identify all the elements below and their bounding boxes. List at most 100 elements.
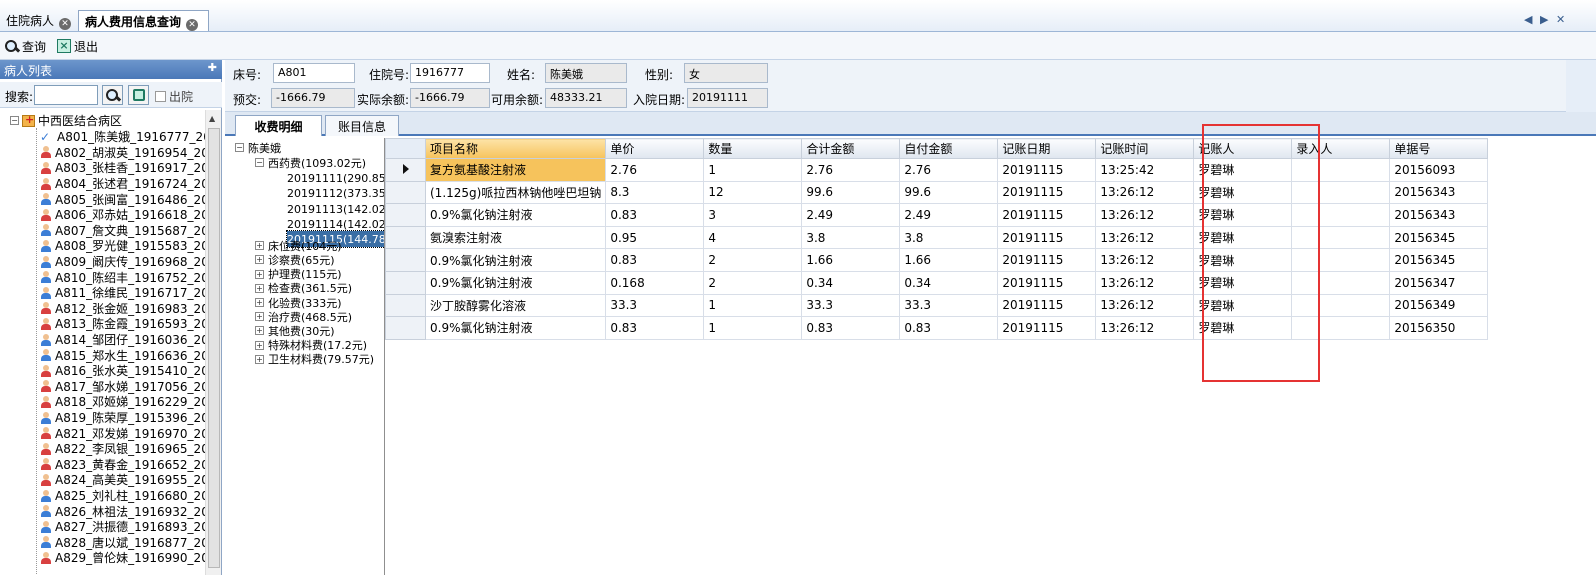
patient-item[interactable]: A811_徐维民_1916717_201 bbox=[40, 285, 205, 301]
expand-icon[interactable]: + bbox=[255, 241, 264, 251]
table-cell[interactable]: 罗碧琳 bbox=[1193, 316, 1293, 340]
expand-icon[interactable]: + bbox=[255, 297, 264, 307]
table-cell[interactable]: 0.9%氯化钠注射液 bbox=[424, 316, 607, 340]
table-cell[interactable]: 20156093 bbox=[1389, 158, 1489, 182]
table-cell[interactable]: 罗碧琳 bbox=[1193, 180, 1293, 205]
table-cell[interactable]: 沙丁胺醇雾化溶液 bbox=[424, 293, 607, 318]
table-cell[interactable]: 2.76 bbox=[605, 158, 705, 182]
table-cell[interactable]: 0.83 bbox=[605, 248, 705, 272]
table-cell[interactable]: 1.66 bbox=[801, 248, 901, 272]
table-cell[interactable]: 13:26:12 bbox=[1095, 270, 1195, 295]
table-cell[interactable] bbox=[1291, 270, 1391, 295]
patient-item[interactable]: A812_张金姬_1916983_201 bbox=[40, 301, 205, 317]
table-cell[interactable]: 13:26:12 bbox=[1095, 316, 1195, 340]
fee-category-node[interactable]: + 卫生材料费(79.57元) bbox=[255, 352, 374, 367]
table-row[interactable]: 0.9%氯化钠注射液 0.83 1 0.83 0.83 20191115 13:26:12 罗… bbox=[385, 316, 1489, 340]
fee-date-node[interactable]: 20191114(142.02元) bbox=[287, 216, 384, 231]
search-input[interactable] bbox=[34, 85, 98, 105]
table-cell[interactable]: 4 bbox=[703, 225, 803, 250]
table-cell[interactable]: 20191115 bbox=[997, 225, 1097, 250]
table-cell[interactable]: 0.168 bbox=[605, 270, 705, 295]
fee-date-node[interactable]: 20191111(290.85元) bbox=[287, 170, 384, 185]
table-cell[interactable]: 20191115 bbox=[997, 316, 1097, 340]
table-row[interactable]: (1.125g)哌拉西林钠他唑巴坦钠 8.3 12 99.6 99.6 20191115 1… bbox=[385, 180, 1489, 205]
column-header[interactable]: 记账时间 bbox=[1095, 138, 1195, 159]
table-cell[interactable]: 13:26:12 bbox=[1095, 225, 1195, 250]
table-cell[interactable]: 氨溴索注射液 bbox=[424, 225, 607, 250]
patient-item[interactable]: A819_陈荣厚_1915396_201 bbox=[40, 410, 205, 426]
query-button[interactable]: 查询 bbox=[4, 36, 46, 56]
pin-icon[interactable]: ✚ bbox=[208, 61, 217, 74]
column-header[interactable]: 记账人 bbox=[1193, 138, 1293, 159]
scroll-right-icon[interactable]: ▶ bbox=[1540, 13, 1548, 26]
patient-item[interactable]: A824_高美英_1916955_201 bbox=[40, 472, 205, 488]
table-cell[interactable] bbox=[1291, 248, 1391, 272]
patient-item[interactable]: A826_林祖法_1916932_201 bbox=[40, 503, 205, 519]
row-header[interactable] bbox=[385, 270, 426, 295]
table-cell[interactable]: 3.8 bbox=[801, 225, 901, 250]
close-icon[interactable]: ✕ bbox=[59, 18, 72, 30]
scroll-up-icon[interactable]: ▲ bbox=[209, 114, 215, 123]
table-cell[interactable]: 13:26:12 bbox=[1095, 180, 1195, 205]
table-cell[interactable]: 8.3 bbox=[605, 180, 705, 205]
column-header[interactable]: 单价 bbox=[605, 138, 705, 159]
patient-item[interactable]: A823_黄春金_1916652_201 bbox=[40, 457, 205, 473]
close-window-icon[interactable]: ✕ bbox=[1556, 13, 1565, 26]
patient-item[interactable]: A816_张水英_1915410_201 bbox=[40, 363, 205, 379]
patient-item[interactable]: A807_詹文典_1915687_201 bbox=[40, 223, 205, 239]
patient-item[interactable]: A809_阚庆传_1916968_201 bbox=[40, 254, 205, 270]
table-cell[interactable]: 3.8 bbox=[899, 225, 999, 250]
table-cell[interactable]: 20191115 bbox=[997, 248, 1097, 272]
table-cell[interactable]: 20191115 bbox=[997, 203, 1097, 227]
fee-root-node[interactable]: − 陈美娥 bbox=[235, 140, 281, 155]
patient-item[interactable]: A802_胡淑英_1916954_201 bbox=[40, 145, 205, 161]
table-cell[interactable]: 罗碧琳 bbox=[1193, 203, 1293, 227]
table-cell[interactable]: 0.83 bbox=[899, 316, 999, 340]
table-cell[interactable]: 罗碧琳 bbox=[1193, 158, 1293, 182]
table-cell[interactable]: 2.49 bbox=[899, 203, 999, 227]
patient-item[interactable]: A829_曾伦妹_1916990_201 bbox=[40, 550, 205, 566]
table-cell[interactable]: 2 bbox=[703, 270, 803, 295]
table-cell[interactable] bbox=[1291, 225, 1391, 250]
ward-node[interactable]: − 中西医结合病区 bbox=[10, 112, 122, 129]
table-cell[interactable]: 20156343 bbox=[1389, 180, 1489, 205]
column-header[interactable]: 自付金额 bbox=[899, 138, 999, 159]
table-row[interactable]: 0.9%氯化钠注射液 0.168 2 0.34 0.34 20191115 13:26:12… bbox=[385, 270, 1489, 295]
western-medicine-node[interactable]: − 西药费(1093.02元) bbox=[255, 155, 366, 170]
table-cell[interactable]: 2.76 bbox=[899, 158, 999, 182]
patient-item[interactable]: A828_唐以斌_1916877_201 bbox=[40, 535, 205, 551]
table-cell[interactable]: 罗碧琳 bbox=[1193, 225, 1293, 250]
bed-field[interactable]: A801 bbox=[273, 63, 355, 83]
expand-icon[interactable]: + bbox=[255, 354, 264, 364]
collapse-icon[interactable]: − bbox=[235, 143, 244, 153]
column-header[interactable]: 单据号 bbox=[1389, 138, 1489, 159]
table-cell[interactable]: 33.3 bbox=[605, 293, 705, 318]
row-header[interactable] bbox=[385, 180, 426, 205]
expand-icon[interactable]: + bbox=[255, 312, 264, 322]
table-cell[interactable]: 20156343 bbox=[1389, 203, 1489, 227]
table-cell[interactable]: 罗碧琳 bbox=[1193, 270, 1293, 295]
table-cell[interactable]: 2.76 bbox=[801, 158, 901, 182]
table-cell[interactable]: 20191115 bbox=[997, 293, 1097, 318]
expand-icon[interactable]: + bbox=[255, 269, 264, 279]
tab-fee-detail[interactable]: 收费明细 bbox=[235, 115, 322, 136]
search-button[interactable] bbox=[102, 85, 123, 105]
discharge-checkbox[interactable]: 出院 bbox=[155, 88, 193, 105]
table-row[interactable]: 氨溴索注射液 0.95 4 3.8 3.8 20191115 13:26:12 罗碧琳 2015… bbox=[385, 225, 1489, 250]
fee-date-node[interactable]: 20191112(373.35元) bbox=[287, 185, 384, 200]
table-cell[interactable] bbox=[1291, 293, 1391, 318]
row-header[interactable] bbox=[385, 316, 426, 340]
row-header[interactable] bbox=[385, 293, 426, 318]
table-cell[interactable]: 99.6 bbox=[899, 180, 999, 205]
expand-icon[interactable]: + bbox=[255, 340, 264, 350]
row-header[interactable] bbox=[385, 158, 426, 182]
patient-item[interactable]: A827_洪振德_1916893_201 bbox=[40, 519, 205, 535]
table-cell[interactable]: 20156347 bbox=[1389, 270, 1489, 295]
table-cell[interactable]: 99.6 bbox=[801, 180, 901, 205]
table-cell[interactable]: 20191115 bbox=[997, 180, 1097, 205]
patient-list-scrollbar[interactable]: ▲ bbox=[205, 110, 221, 575]
patient-item[interactable]: A810_陈绍丰_1916752_201 bbox=[40, 269, 205, 285]
table-cell[interactable]: 33.3 bbox=[801, 293, 901, 318]
table-cell[interactable] bbox=[1291, 316, 1391, 340]
column-header[interactable]: 记账日期 bbox=[997, 138, 1097, 159]
